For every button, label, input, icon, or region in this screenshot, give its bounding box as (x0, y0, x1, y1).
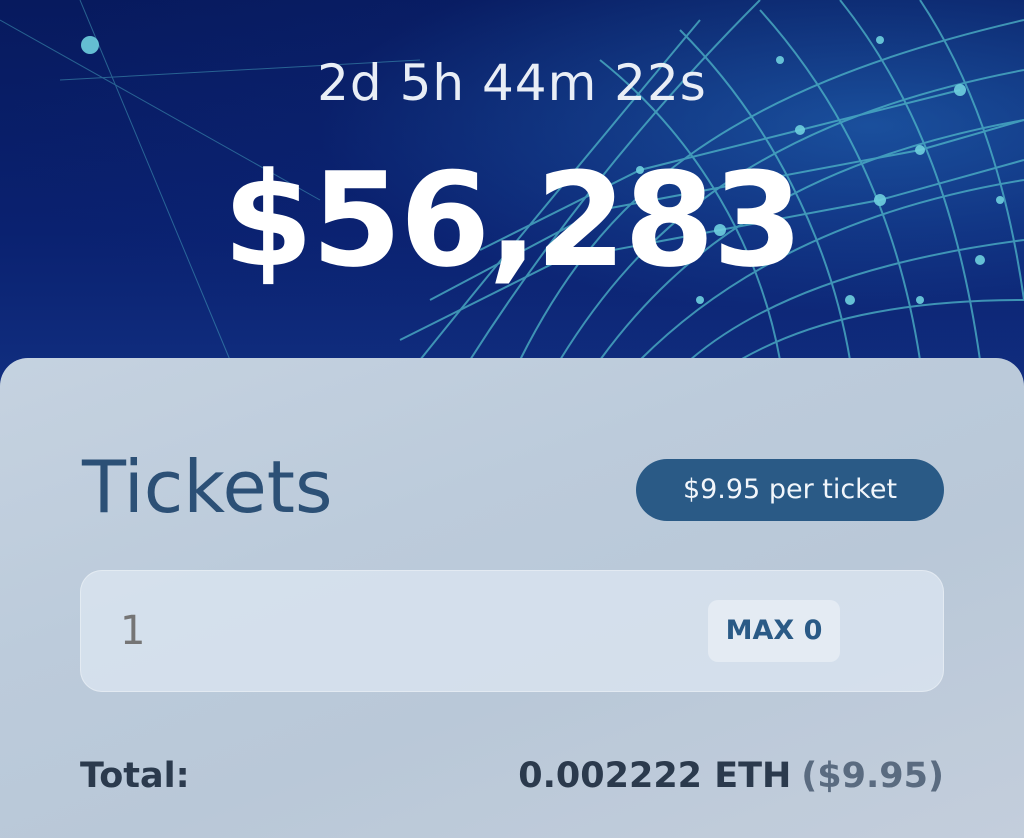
total-eth-amount: 0.002222 ETH (518, 756, 792, 796)
lottery-screen: 2d 5h 44m 22s $56,283 Tickets $9.95 per … (0, 0, 1024, 838)
ticket-quantity-field[interactable]: MAX 0 (80, 570, 944, 692)
tickets-title: Tickets (82, 445, 333, 529)
total-usd-amount: ($9.95) (801, 756, 944, 796)
countdown-timer: 2d 5h 44m 22s (317, 54, 707, 112)
total-value: 0.002222 ETH ($9.95) (518, 752, 944, 800)
ticket-quantity-input[interactable] (120, 600, 680, 662)
hero-banner: 2d 5h 44m 22s $56,283 (0, 0, 1024, 420)
jackpot-amount: $56,283 (222, 144, 803, 296)
max-button[interactable]: MAX 0 (708, 600, 840, 662)
total-label: Total: (80, 756, 190, 796)
ticket-price-badge: $9.95 per ticket (636, 459, 944, 521)
